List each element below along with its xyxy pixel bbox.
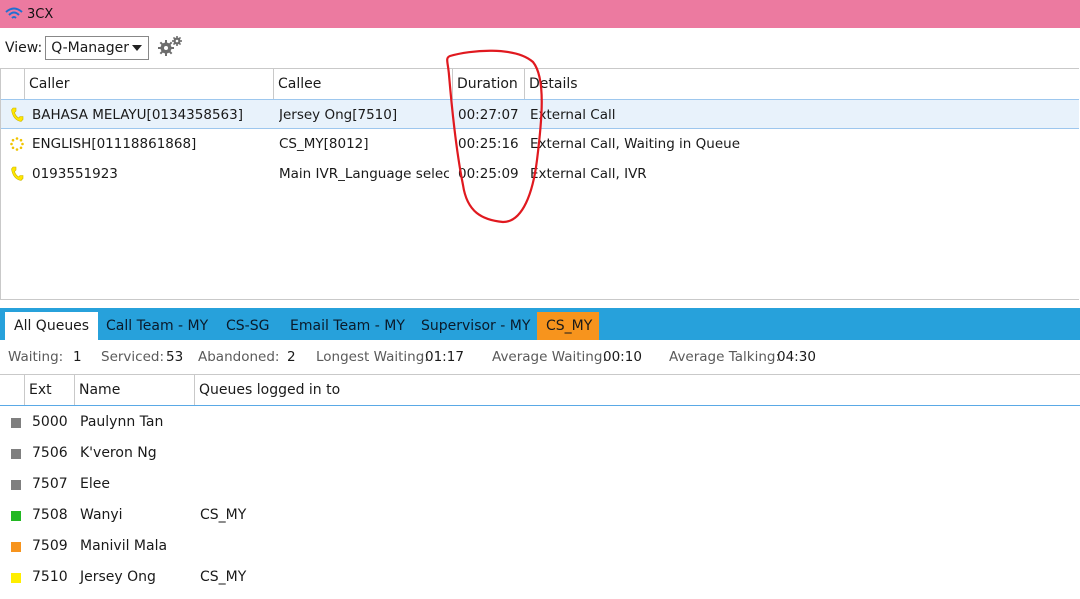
tab-email-team-my[interactable]: Email Team - MY xyxy=(281,312,414,340)
callee-cell: Main IVR_Language selectio xyxy=(279,166,449,182)
ext-cell: 5000 xyxy=(32,414,68,430)
column-header-duration[interactable]: Duration xyxy=(452,69,524,99)
agent-row[interactable]: 7509 Manivil Mala xyxy=(0,531,1080,562)
column-header-callee[interactable]: Callee xyxy=(273,69,452,99)
average-talking-value: 04:30 xyxy=(777,349,816,365)
waiting-value: 1 xyxy=(73,349,82,365)
callee-cell: CS_MY[8012] xyxy=(279,136,369,152)
ext-cell: 7509 xyxy=(32,538,68,554)
status-square-icon xyxy=(11,480,21,490)
ringing-dots-icon xyxy=(10,137,24,151)
queue-stats: Waiting: 1 Serviced: 53 Abandoned: 2 Lon… xyxy=(0,342,1080,372)
ext-cell: 7510 xyxy=(32,569,68,585)
name-cell: K'veron Ng xyxy=(80,445,157,461)
toolbar: View: Q-Manager xyxy=(0,34,1080,62)
name-cell: Wanyi xyxy=(80,507,123,523)
abandoned-label: Abandoned: xyxy=(198,349,280,365)
call-row[interactable]: BAHASA MELAYU[0134358563] Jersey Ong[751… xyxy=(1,99,1079,129)
details-cell: External Call, IVR xyxy=(530,166,647,182)
phone-icon xyxy=(11,166,24,181)
status-square-icon xyxy=(11,511,21,521)
view-select-value: Q-Manager xyxy=(51,40,130,56)
column-header-ext[interactable]: Ext xyxy=(24,375,74,405)
queues-cell: CS_MY xyxy=(200,507,247,523)
serviced-label: Serviced: xyxy=(101,349,165,365)
window-title: 3CX xyxy=(27,6,54,22)
ext-cell: 7508 xyxy=(32,507,68,523)
view-select[interactable]: Q-Manager xyxy=(45,36,150,60)
phone-icon xyxy=(11,107,24,122)
average-waiting-label: Average Waiting: xyxy=(492,349,607,365)
ext-cell: 7506 xyxy=(32,445,68,461)
ext-cell: 7507 xyxy=(32,476,68,492)
status-square-icon xyxy=(11,542,21,552)
calls-table-header: Caller Callee Duration Details xyxy=(1,69,1079,100)
agent-row[interactable]: 5000 Paulynn Tan xyxy=(0,407,1080,438)
dropdown-arrow-icon xyxy=(132,45,143,51)
agent-row[interactable]: 7507 Elee xyxy=(0,469,1080,500)
queues-cell: CS_MY xyxy=(200,569,247,585)
view-label: View: xyxy=(5,40,43,56)
column-header-details[interactable]: Details xyxy=(524,69,1079,99)
call-row[interactable]: ENGLISH[01118861868] CS_MY[8012] 00:25:1… xyxy=(1,129,1079,159)
tab-call-team-my[interactable]: Call Team - MY xyxy=(97,312,217,340)
waiting-label: Waiting: xyxy=(8,349,64,365)
status-square-icon xyxy=(11,418,21,428)
details-cell: External Call xyxy=(530,107,616,123)
gears-icon[interactable] xyxy=(157,35,185,57)
caller-cell: ENGLISH[01118861868] xyxy=(32,136,197,152)
agents-table: Ext Name Queues logged in to 5000 Paulyn… xyxy=(0,374,1080,599)
tab-cs-my[interactable]: CS_MY xyxy=(537,312,599,340)
queue-tab-bar: All Queues Call Team - MY CS-SG Email Te… xyxy=(0,308,1080,340)
agent-row[interactable]: 7510 Jersey Ong CS_MY xyxy=(0,562,1080,593)
agent-row[interactable]: 7506 K'veron Ng xyxy=(0,438,1080,469)
abandoned-value: 2 xyxy=(287,349,296,365)
status-square-icon xyxy=(11,573,21,583)
title-bar: 3CX xyxy=(0,0,1080,28)
column-header-caller[interactable]: Caller xyxy=(24,69,273,99)
column-header-queues[interactable]: Queues logged in to xyxy=(194,375,1080,405)
longest-waiting-value: 01:17 xyxy=(425,349,464,365)
duration-cell: 00:27:07 xyxy=(458,107,519,123)
name-cell: Elee xyxy=(80,476,110,492)
caller-cell: BAHASA MELAYU[0134358563] xyxy=(32,107,243,123)
callee-cell: Jersey Ong[7510] xyxy=(279,107,398,123)
duration-cell: 00:25:09 xyxy=(458,166,519,182)
name-cell: Manivil Mala xyxy=(80,538,168,554)
duration-cell: 00:25:16 xyxy=(458,136,519,152)
name-cell: Jersey Ong xyxy=(80,569,156,585)
call-row[interactable]: 0193551923 Main IVR_Language selectio 00… xyxy=(1,159,1079,189)
tab-cs-sg[interactable]: CS-SG xyxy=(217,312,278,340)
wifi-icon xyxy=(5,7,23,19)
tab-supervisor-my[interactable]: Supervisor - MY xyxy=(412,312,539,340)
average-waiting-value: 00:10 xyxy=(603,349,642,365)
name-cell: Paulynn Tan xyxy=(80,414,164,430)
caller-cell: 0193551923 xyxy=(32,166,118,182)
agent-row[interactable]: 7508 Wanyi CS_MY xyxy=(0,500,1080,531)
column-header-name[interactable]: Name xyxy=(74,375,194,405)
longest-waiting-label: Longest Waiting: xyxy=(316,349,429,365)
details-cell: External Call, Waiting in Queue xyxy=(530,136,741,152)
tab-all-queues[interactable]: All Queues xyxy=(5,312,99,340)
calls-table: Caller Callee Duration Details BAHASA ME… xyxy=(0,68,1079,300)
agents-table-header: Ext Name Queues logged in to xyxy=(0,375,1080,406)
serviced-value: 53 xyxy=(166,349,184,365)
status-square-icon xyxy=(11,449,21,459)
average-talking-label: Average Talking: xyxy=(669,349,781,365)
